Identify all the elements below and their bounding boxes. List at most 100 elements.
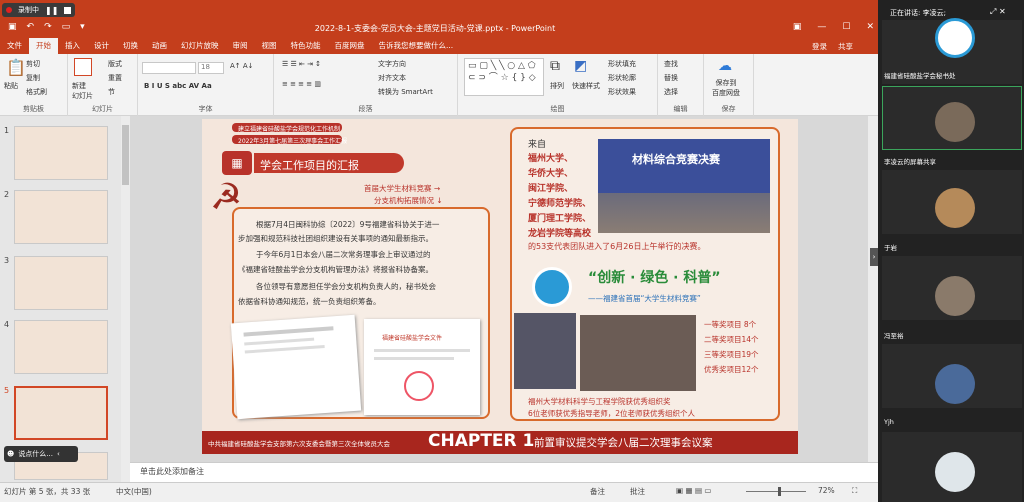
text-direction-button[interactable]: 文字方向 (378, 59, 406, 69)
slogan: “创新 · 绿色 · 科普” (588, 270, 721, 286)
tab-slideshow[interactable]: 幻灯片放映 (174, 38, 226, 54)
editing-group: 查找 替换 选择 编辑 (658, 54, 704, 116)
thumb-number: 5 (4, 386, 10, 395)
redo-icon[interactable]: ↷ (44, 22, 52, 32)
ribbon-display-icon[interactable]: ▣ (793, 22, 802, 32)
tab-animations[interactable]: 动画 (145, 38, 174, 54)
font-style-buttons[interactable]: B I U S abc AV Aa (144, 82, 212, 90)
notes-button[interactable]: 备注 (590, 486, 605, 497)
maximize-icon[interactable]: ☐ (842, 22, 850, 32)
slide-thumbnail[interactable] (14, 320, 108, 374)
font-size-input[interactable]: 18 (198, 62, 224, 74)
school-4: 宁德师范学院、 (528, 199, 592, 209)
tab-view[interactable]: 视图 (255, 38, 284, 54)
tab-transitions[interactable]: 切换 (116, 38, 145, 54)
shape-fill-button[interactable]: 形状填充 (608, 59, 636, 69)
smartart-button[interactable]: 转换为 SmartArt (378, 87, 433, 97)
participant-name: 福建省硅酸盐学会秘书处 (884, 72, 956, 80)
find-button[interactable]: 查找 (664, 59, 678, 69)
new-slide-button[interactable]: 新建 幻灯片 (72, 81, 93, 101)
copy-button[interactable]: 复制 (26, 73, 40, 83)
save-icon[interactable]: ▣ (8, 22, 17, 32)
from-label: 来自 (528, 140, 547, 150)
font-name-input[interactable] (142, 62, 196, 74)
present-icon[interactable]: ▭ (62, 22, 71, 32)
zoom-slider-thumb[interactable] (778, 487, 781, 496)
window-controls: ▣ — ☐ ✕ (793, 22, 874, 32)
slide[interactable]: 建立福建省硅酸盐学会规范化工作机制 2022年3月第七届第三次理事会工作汇报 ▦… (202, 119, 798, 454)
arrange-button[interactable]: 排列 (550, 81, 564, 91)
quick-styles-icon[interactable]: ◩ (574, 58, 587, 74)
chat-input-label: 说点什么... (18, 450, 53, 458)
shape-outline-button[interactable]: 形状轮廓 (608, 73, 636, 83)
ribbon-tabs: 文件 开始 插入 设计 切换 动画 幻灯片放映 审阅 视图 特色功能 百度网盘 … (0, 38, 878, 54)
school-6: 龙岩学院等高校 (528, 229, 592, 239)
tab-insert[interactable]: 插入 (58, 38, 87, 54)
stop-icon[interactable] (64, 6, 72, 14)
paragraph-group: ☰ ☰ ⇤ ⇥ ↕ ≡ ≡ ≡ ≡ ▥ 文字方向 对齐文本 转换为 SmartA… (274, 54, 458, 116)
subslogan: ——福建省首届“大学生材料竞赛” (588, 294, 701, 303)
comments-button[interactable]: 批注 (630, 486, 645, 497)
emoji-icon[interactable]: ☻ (7, 450, 14, 458)
shape-effects-button[interactable]: 形状效果 (608, 87, 636, 97)
replace-button[interactable]: 替换 (664, 73, 678, 83)
slide-thumbnail[interactable] (14, 126, 108, 180)
align-icons[interactable]: ≡ ≡ ≡ ≡ ▥ (282, 80, 321, 88)
tab-file[interactable]: 文件 (0, 38, 29, 54)
tab-baidu[interactable]: 百度网盘 (328, 38, 372, 54)
tab-home[interactable]: 开始 (29, 38, 58, 54)
tell-me-search[interactable]: 告诉我您想要做什么... (372, 38, 461, 54)
document-title: 2022-8-1-支委会-党员大会-主题党日活动-党课.pptx - Power… (314, 24, 556, 33)
chat-popup[interactable]: ☻ 说点什么... ‹ (4, 446, 78, 462)
new-slide-icon[interactable] (74, 58, 92, 76)
baidu-cloud-icon[interactable]: ☁ (718, 58, 732, 74)
chapter-label: CHAPTER 1 (428, 431, 535, 451)
paste-icon[interactable]: 📋 (6, 58, 26, 77)
tab-review[interactable]: 审阅 (226, 38, 255, 54)
recording-indicator[interactable]: 录制中 ❚❚ (2, 3, 76, 17)
undo-icon[interactable]: ↶ (27, 22, 35, 32)
slide-thumbnail[interactable] (14, 190, 108, 244)
scrollbar-thumb[interactable] (122, 125, 129, 185)
font-group: 18 A↑ A↓ B I U S abc AV Aa 字体 (138, 54, 274, 116)
view-buttons[interactable]: ▣ ▦ ▤ ▭ (676, 486, 712, 495)
panel-toggle-icon[interactable]: › (870, 248, 878, 266)
customize-icon[interactable]: ▾ (80, 22, 85, 32)
pause-icon[interactable]: ❚❚ (45, 6, 58, 15)
language[interactable]: 中文(中国) (116, 486, 152, 497)
org-award-1: 福州大学材料科学与工程学院获优秀组织奖 (528, 397, 671, 406)
section-button[interactable]: 节 (108, 87, 115, 97)
zoom-level[interactable]: 72% (818, 486, 835, 495)
zoom-slider[interactable] (746, 491, 806, 492)
photo-banner: 材料综合竞赛决赛 (632, 153, 720, 166)
minimize-icon[interactable]: — (817, 22, 826, 32)
slide-thumbnail[interactable] (14, 256, 108, 310)
chevron-left-icon[interactable]: ‹ (57, 450, 60, 458)
speaking-indicator: 正在讲话: 李凌云; (890, 9, 946, 17)
tab-design[interactable]: 设计 (87, 38, 116, 54)
layout-button[interactable]: 版式 (108, 59, 122, 69)
cut-button[interactable]: 剪切 (26, 59, 40, 69)
tab-special[interactable]: 特色功能 (284, 38, 328, 54)
fit-slide-icon[interactable]: ⛶ (852, 486, 857, 496)
participant-name: 于岩 (884, 244, 897, 252)
login-link[interactable]: 登录 (812, 41, 827, 52)
select-button[interactable]: 选择 (664, 87, 678, 97)
format-painter-button[interactable]: 格式刷 (26, 87, 47, 97)
grow-font-icon[interactable]: A↑ A↓ (230, 62, 254, 70)
list-icons[interactable]: ☰ ☰ ⇤ ⇥ ↕ (282, 60, 321, 68)
notes-placeholder[interactable]: 单击此处添加备注 (140, 466, 204, 477)
arrange-icon[interactable]: ⧉ (550, 58, 560, 74)
notes-pane[interactable] (130, 462, 878, 482)
slide-thumbnail-selected[interactable] (14, 386, 108, 440)
share-button[interactable]: 共享 (838, 41, 853, 52)
align-text-button[interactable]: 对齐文本 (378, 73, 406, 83)
quick-styles-button[interactable]: 快速样式 (572, 81, 600, 91)
paste-button[interactable]: 粘贴 (4, 81, 18, 91)
reset-button[interactable]: 重置 (108, 73, 122, 83)
meeting-controls[interactable]: ⤢ ✕ (990, 7, 1006, 17)
canvas-scrollbar[interactable] (868, 116, 878, 462)
save-to-baidu-button[interactable]: 保存到 百度网盘 (712, 78, 740, 98)
close-icon[interactable]: ✕ (866, 22, 874, 32)
shapes-gallery[interactable]: ▭ ▢ ╲ ╲ ○ △ ⬠ ⊂ ⊃ ⌒ ☆ { } ◇ (464, 58, 544, 96)
